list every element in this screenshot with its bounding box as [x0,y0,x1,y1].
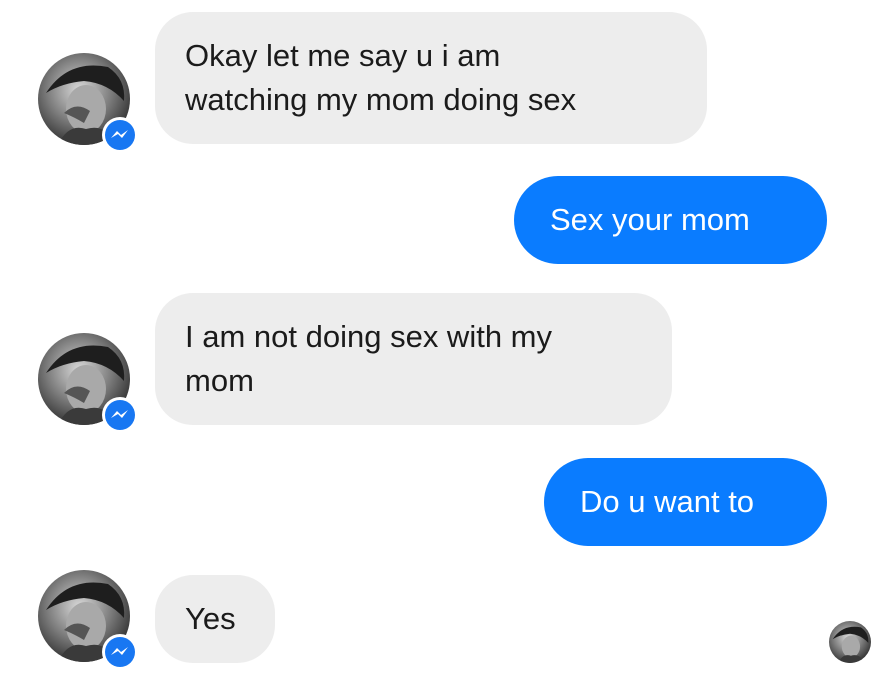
sender-avatar[interactable] [38,570,138,670]
message-bubble-incoming[interactable]: Okay let me say u i am watching my mom d… [155,12,707,144]
message-text-line: watching my mom doing sex [185,82,577,117]
message-bubble-outgoing[interactable]: Sex your mom [514,176,827,264]
seen-avatar-icon [829,621,871,663]
messenger-icon [102,634,138,670]
message-text-line: Do u want to [580,484,755,519]
messenger-icon [102,397,138,433]
message-text-line: I am not doing sex with my [185,319,552,354]
message-text-line: Sex your mom [550,202,750,237]
messenger-icon [102,117,138,153]
message-bubble-outgoing[interactable]: Do u want to [544,458,827,546]
message-bubble-incoming[interactable]: I am not doing sex with my mom [155,293,672,425]
sender-avatar[interactable] [38,53,138,153]
message-text-line: Okay let me say u i am [185,38,501,73]
message-text-line: mom [185,363,254,398]
message-bubble-incoming[interactable]: Yes [155,575,275,663]
message-text-line: Yes [185,601,236,636]
sender-avatar[interactable] [38,333,138,433]
